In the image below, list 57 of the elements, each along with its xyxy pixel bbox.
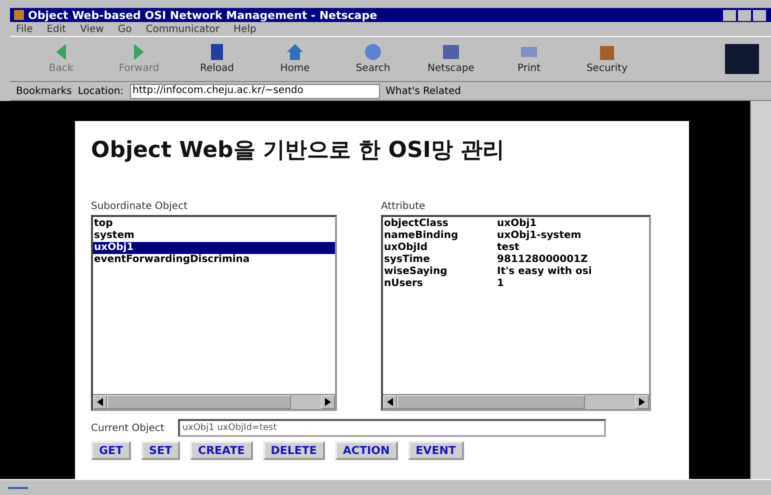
list-label: Subordinate Object [91,201,188,212]
attribute-value: It's easy with osi [496,266,593,278]
back-arrow-icon [56,44,66,60]
menu-item[interactable]: Edit [46,24,66,34]
toolbar-button[interactable]: Home [256,44,334,74]
horizontal-scrollbar[interactable] [383,394,649,409]
attribute-value: 981128000001Z [496,254,589,266]
attribute-name: objectClass [383,218,450,230]
list-label: Attribute [381,201,426,212]
attribute-name: sysTime [383,254,431,266]
action-button[interactable]: EVENT [408,441,464,460]
attribute-name: nUsers [383,278,424,290]
list-item[interactable]: top [93,218,335,230]
menu-item[interactable]: Help [234,24,256,34]
attribute-name: wiseSaying [383,266,448,278]
toolbar-button[interactable]: Search [334,44,412,74]
left-arrow-icon[interactable] [387,398,393,406]
toolbar-button[interactable]: Reload [178,44,256,74]
toolbar-button[interactable]: Security [568,44,646,74]
menu-item[interactable]: Communicator [146,24,220,34]
app-icon [14,10,24,20]
menu-item[interactable]: File [16,24,33,34]
vertical-scrollbar[interactable] [750,101,771,479]
list-item[interactable]: eventForwardingDiscrimina [93,254,335,266]
bookmarks-button[interactable]: Bookmarks [16,86,72,96]
forward-arrow-icon [134,44,144,60]
attribute-name: nameBinding [383,230,460,242]
action-button[interactable]: DELETE [262,441,325,460]
url-field[interactable]: http://infocom.cheju.ac.kr/~sendo [130,84,380,98]
menu-item[interactable]: View [80,24,104,34]
home-icon [287,44,303,60]
window-controls-icon[interactable] [723,10,767,20]
attribute-value: test [496,242,520,254]
field-label: Current Object [91,422,164,434]
menu-item[interactable]: Go [118,24,132,34]
right-arrow-icon[interactable] [639,398,645,406]
action-button[interactable]: SET [141,441,180,460]
browser-logo [725,44,759,74]
action-button[interactable]: CREATE [190,441,253,460]
toolbar-button[interactable]: Print [490,44,568,74]
list-item[interactable]: uxObj1 [93,242,335,254]
attribute-value: uxObj1-system [496,230,582,242]
left-arrow-icon[interactable] [97,398,103,406]
action-button[interactable]: GET [91,441,132,460]
current-object-field[interactable]: uxObj1 uxObjId=test [178,419,606,437]
toolbar-button[interactable]: Netscape [412,44,490,74]
list-item[interactable]: system [93,230,335,242]
right-arrow-icon[interactable] [325,398,331,406]
related-button[interactable]: What's Related [386,86,461,96]
page-heading: Object Web을 기반으로 한 OSI망 관리 [91,137,506,165]
attribute-name: uxObjId [383,242,429,254]
attribute-value: 1 [496,278,505,290]
horizontal-scrollbar[interactable] [93,394,335,409]
window-title: Object Web-based OSI Network Management - Netscape [28,8,378,22]
action-button[interactable]: ACTION [334,441,398,460]
attribute-value: uxObj1 [496,218,538,230]
location-label: Location: [78,86,124,96]
